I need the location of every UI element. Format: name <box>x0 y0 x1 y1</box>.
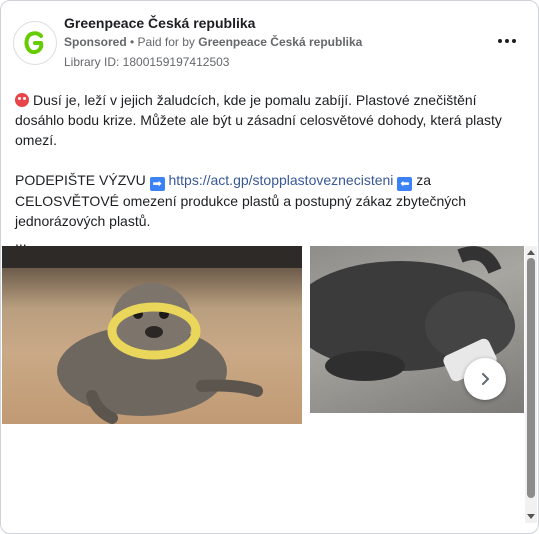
post-body: Dusí je, leží v jejich žaludcích, kde je… <box>15 90 525 251</box>
sponsored-label: Sponsored <box>64 35 127 49</box>
cta-prefix: PODEPIŠTE VÝZVU <box>15 172 146 188</box>
library-id: Library ID: 1800159197412503 <box>64 55 230 69</box>
carousel-next-button[interactable] <box>464 358 506 400</box>
carousel-image-1[interactable] <box>2 246 302 424</box>
chevron-right-icon <box>482 373 489 385</box>
sponsored-line: Sponsored • Paid for by Greenpeace Česká… <box>64 35 362 49</box>
post-paragraph-1: Dusí je, leží v jejich žaludcích, kde je… <box>15 92 502 148</box>
meta-separator: • <box>126 35 138 49</box>
scroll-down-arrow-icon[interactable] <box>525 511 537 523</box>
ad-card: Greenpeace Česká republika Sponsored • P… <box>0 0 539 534</box>
seal-beach-illustration <box>2 246 302 424</box>
arrow-right-icon: ➡ <box>149 177 165 191</box>
vertical-scrollbar[interactable] <box>525 246 537 523</box>
post-paragraph-2: PODEPIŠTE VÝZVU ➡ https://act.gp/stoppla… <box>15 170 525 231</box>
scroll-up-arrow-icon[interactable] <box>525 246 537 258</box>
more-options-button[interactable] <box>495 29 519 53</box>
petition-link[interactable]: https://act.gp/stopplastoveznecisteni <box>168 172 393 188</box>
page-name[interactable]: Greenpeace Česká republika <box>64 15 255 31</box>
greenpeace-logo-icon <box>24 31 44 55</box>
page-avatar[interactable] <box>13 21 57 65</box>
more-horizontal-icon <box>498 39 502 43</box>
paid-for-name: Greenpeace Česká republika <box>198 35 363 49</box>
image-carousel <box>2 246 525 426</box>
scrollbar-thumb[interactable] <box>527 258 535 498</box>
arrow-left-icon: ⬅ <box>397 177 413 191</box>
paid-for-prefix: Paid for by <box>137 35 199 49</box>
angry-face-icon <box>15 93 29 107</box>
